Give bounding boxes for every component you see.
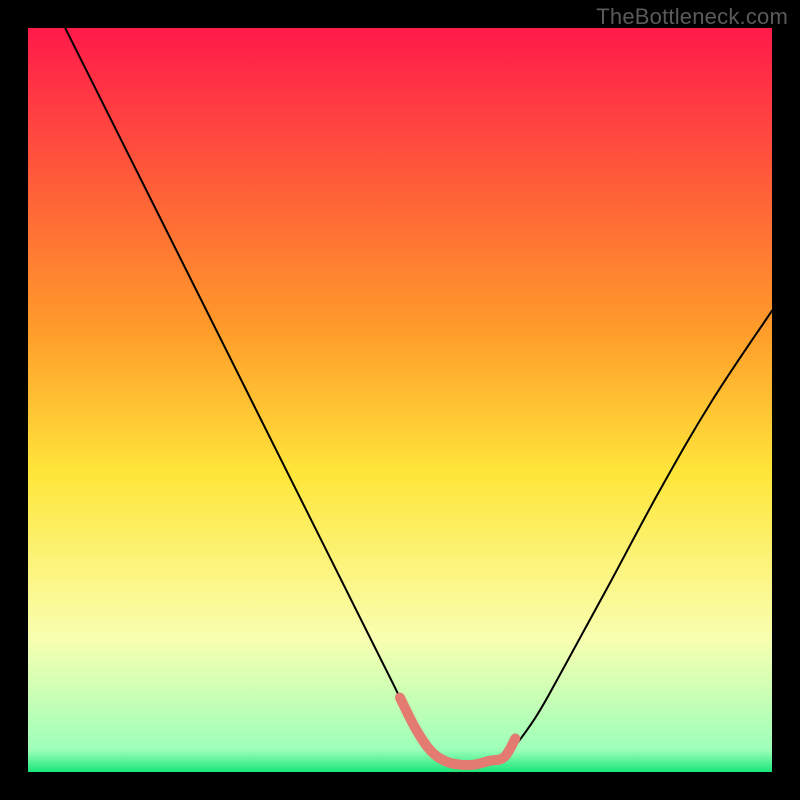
watermark-label: TheBottleneck.com xyxy=(596,4,788,30)
chart-svg xyxy=(28,28,772,772)
plot-area xyxy=(28,28,772,772)
gradient-background xyxy=(28,28,772,772)
chart-frame: TheBottleneck.com xyxy=(0,0,800,800)
